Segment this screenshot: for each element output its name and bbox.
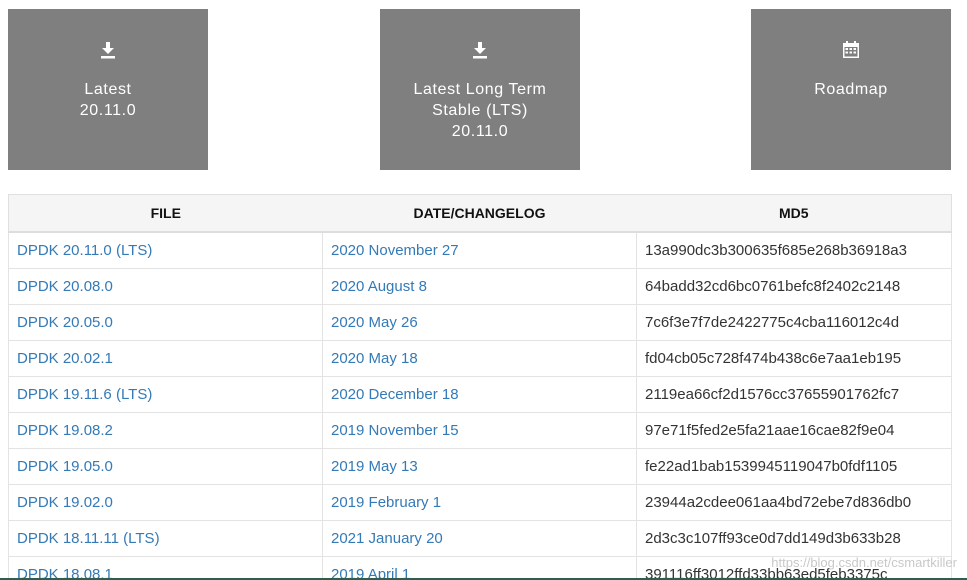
tile-version: 20.11.0 xyxy=(451,123,509,140)
calendar-icon xyxy=(843,41,859,58)
changelog-link[interactable]: 2019 February 1 xyxy=(331,494,441,511)
column-header-file: FILE xyxy=(8,194,323,233)
file-cell: DPDK 18.08.1 xyxy=(8,556,323,580)
date-cell: 2020 November 27 xyxy=(322,231,637,269)
file-link[interactable]: DPDK 19.02.0 xyxy=(17,494,113,511)
table-row: DPDK 18.08.1 2019 April 1 391116ff3012ffd3… xyxy=(8,556,952,580)
column-header-md5: MD5 xyxy=(636,194,952,233)
lts-release-label: Latest Long Term Stable (LTS) 20.11.0 xyxy=(380,79,580,142)
date-cell: 2019 April 1 xyxy=(322,556,637,580)
date-cell: 2019 February 1 xyxy=(322,484,637,521)
file-cell: DPDK 20.02.1 xyxy=(8,340,323,377)
file-link[interactable]: DPDK 18.11.11 (LTS) xyxy=(17,530,160,547)
md5-cell: fd04cb05c728f474b438c6e7aa1eb195 xyxy=(636,340,952,377)
changelog-link[interactable]: 2019 November 15 xyxy=(331,422,459,439)
tile-title: Latest xyxy=(84,81,132,98)
md5-cell: 7c6f3e7f7de2422775c4cba116012c4d xyxy=(636,304,952,341)
date-cell: 2020 August 8 xyxy=(322,268,637,305)
file-cell: DPDK 19.11.6 (LTS) xyxy=(8,376,323,413)
file-cell: DPDK 19.05.0 xyxy=(8,448,323,485)
table-row: DPDK 20.05.0 2020 May 26 7c6f3e7f7de242277… xyxy=(8,304,952,341)
file-cell: DPDK 19.08.2 xyxy=(8,412,323,449)
tile-subtitle: Stable (LTS) xyxy=(432,102,528,119)
table-row: DPDK 18.11.11 (LTS) 2021 January 20 2d3c3c… xyxy=(8,520,952,557)
table-row: DPDK 19.05.0 2019 May 13 fe22ad1bab1539945… xyxy=(8,448,952,485)
releases-table: FILE DATE/CHANGELOG MD5 DPDK 20.11.0 (LT… xyxy=(8,194,952,580)
file-link[interactable]: DPDK 20.08.0 xyxy=(17,278,113,295)
md5-cell: 2119ea66cf2d1576cc37655901762fc7 xyxy=(636,376,952,413)
changelog-link[interactable]: 2021 January 20 xyxy=(331,530,443,547)
tile-title: Latest Long Term xyxy=(413,81,547,98)
date-cell: 2020 May 18 xyxy=(322,340,637,377)
latest-release-label: Latest 20.11.0 xyxy=(8,79,208,121)
table-row: DPDK 19.11.6 (LTS) 2020 December 18 2119ea… xyxy=(8,376,952,413)
table-row: DPDK 19.02.0 2019 February 1 23944a2cdee06… xyxy=(8,484,952,521)
md5-cell: 2d3c3c107ff93ce0d7dd149d3b633b28 xyxy=(636,520,952,557)
changelog-link[interactable]: 2020 November 27 xyxy=(331,242,459,259)
changelog-link[interactable]: 2020 May 18 xyxy=(331,350,418,367)
date-cell: 2021 January 20 xyxy=(322,520,637,557)
table-header-row: FILE DATE/CHANGELOG MD5 xyxy=(8,194,952,233)
file-cell: DPDK 19.02.0 xyxy=(8,484,323,521)
table-row: DPDK 19.08.2 2019 November 15 97e71f5fed2e… xyxy=(8,412,952,449)
md5-cell: 64badd32cd6bc0761befc8f2402c2148 xyxy=(636,268,952,305)
date-cell: 2019 November 15 xyxy=(322,412,637,449)
lts-release-tile[interactable]: Latest Long Term Stable (LTS) 20.11.0 xyxy=(380,9,580,170)
md5-cell: 13a990dc3b300635f685e268b36918a3 xyxy=(636,231,952,269)
md5-cell: 97e71f5fed2e5fa21aae16cae82f9e04 xyxy=(636,412,952,449)
download-icon xyxy=(101,42,115,59)
file-cell: DPDK 20.08.0 xyxy=(8,268,323,305)
md5-cell: 391116ff3012ffd33bb63ed5feb3375c xyxy=(636,556,952,580)
date-cell: 2020 May 26 xyxy=(322,304,637,341)
md5-cell: 23944a2cdee061aa4bd72ebe7d836db0 xyxy=(636,484,952,521)
releases-table-container: FILE DATE/CHANGELOG MD5 DPDK 20.11.0 (LT… xyxy=(8,194,952,580)
changelog-link[interactable]: 2020 December 18 xyxy=(331,386,459,403)
date-cell: 2019 May 13 xyxy=(322,448,637,485)
column-header-date: DATE/CHANGELOG xyxy=(322,194,637,233)
file-cell: DPDK 20.05.0 xyxy=(8,304,323,341)
roadmap-label: Roadmap xyxy=(751,79,951,100)
file-link[interactable]: DPDK 20.02.1 xyxy=(17,350,113,367)
changelog-link[interactable]: 2020 August 8 xyxy=(331,278,427,295)
download-icon xyxy=(473,42,487,59)
tile-version: 20.11.0 xyxy=(79,102,137,119)
table-row: DPDK 20.11.0 (LTS) 2020 November 27 13a990… xyxy=(8,231,952,269)
file-link[interactable]: DPDK 19.11.6 (LTS) xyxy=(17,386,152,403)
file-cell: DPDK 20.11.0 (LTS) xyxy=(8,231,323,269)
file-link[interactable]: DPDK 19.08.2 xyxy=(17,422,113,439)
file-link[interactable]: DPDK 19.05.0 xyxy=(17,458,113,475)
table-row: DPDK 20.02.1 2020 May 18 fd04cb05c728f474b… xyxy=(8,340,952,377)
latest-release-tile[interactable]: Latest 20.11.0 xyxy=(8,9,208,170)
roadmap-tile[interactable]: Roadmap xyxy=(751,9,951,170)
changelog-link[interactable]: 2019 May 13 xyxy=(331,458,418,475)
date-cell: 2020 December 18 xyxy=(322,376,637,413)
tile-title: Roadmap xyxy=(814,81,888,98)
table-row: DPDK 20.08.0 2020 August 8 64badd32cd6bc07… xyxy=(8,268,952,305)
md5-cell: fe22ad1bab1539945119047b0fdf1105 xyxy=(636,448,952,485)
file-link[interactable]: DPDK 20.11.0 (LTS) xyxy=(17,242,152,259)
file-cell: DPDK 18.11.11 (LTS) xyxy=(8,520,323,557)
file-link[interactable]: DPDK 20.05.0 xyxy=(17,314,113,331)
changelog-link[interactable]: 2020 May 26 xyxy=(331,314,418,331)
